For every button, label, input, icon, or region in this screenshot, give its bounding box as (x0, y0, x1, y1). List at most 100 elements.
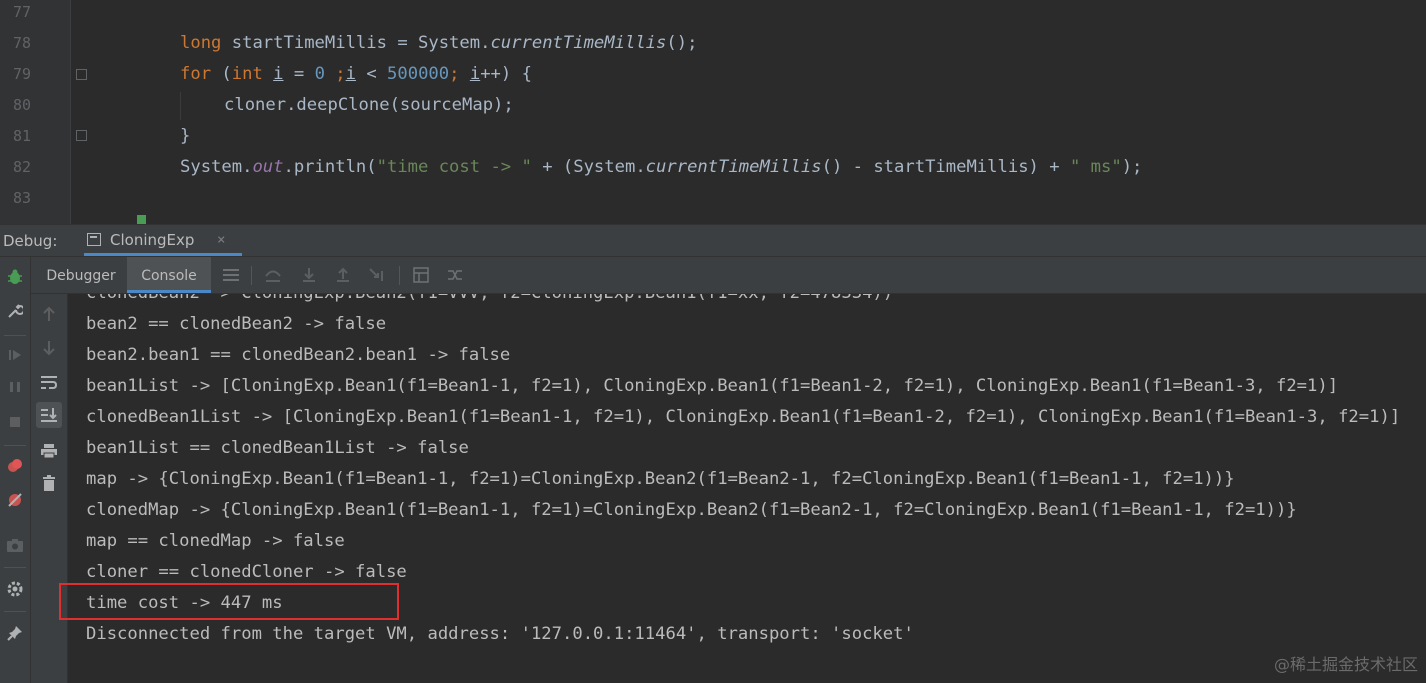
line-number-gutter: 77 78 79 80 81 82 83 (0, 0, 70, 224)
console-line: clonedBean1List -> [CloningExp.Bean1(f1=… (86, 407, 1401, 427)
highlight-annotation (59, 583, 399, 620)
code-token: < (355, 64, 388, 84)
keyword: int (231, 64, 263, 84)
loop-variable: i (345, 64, 356, 84)
hamburger-menu-icon[interactable] (221, 265, 241, 285)
code-line-81[interactable]: } (180, 121, 190, 152)
up-arrow-icon[interactable] (37, 302, 61, 326)
active-tab-indicator (127, 290, 211, 293)
code-token: ); (1121, 157, 1143, 177)
static-method: currentTimeMillis (645, 157, 822, 177)
toolbar-separator (4, 611, 26, 612)
active-tab-indicator (84, 253, 242, 256)
keyword: long (180, 33, 222, 53)
code-line-79[interactable]: for (int i = 0 ;i < 500000; i++) { (180, 59, 532, 90)
line-number: 78 (12, 34, 31, 52)
string-literal: " ms" (1069, 157, 1122, 177)
settings-icon[interactable] (3, 577, 27, 601)
mute-breakpoints-icon[interactable] (3, 488, 27, 512)
line-number: 80 (12, 96, 31, 114)
code-token: } (180, 126, 191, 146)
code-line-78[interactable]: long startTimeMillis = System.currentTim… (180, 28, 697, 59)
code-token: .println( (283, 157, 377, 177)
console-line: bean1List -> [CloningExp.Bean1(f1=Bean1-… (86, 376, 1339, 396)
evaluate-expression-icon[interactable] (411, 265, 431, 285)
console-actions (31, 294, 68, 683)
code-token: () - startTimeMillis) + (821, 157, 1070, 177)
step-out-icon[interactable] (333, 265, 353, 285)
code-token: ++) { (480, 64, 532, 84)
string-literal: "time cost -> " (376, 157, 532, 177)
view-breakpoints-icon[interactable] (3, 454, 27, 478)
line-number: 81 (12, 127, 31, 145)
tab-console[interactable]: Console (127, 257, 211, 293)
stop-icon[interactable] (3, 410, 27, 434)
console-line: clonedMap -> {CloningExp.Bean1(f1=Bean1-… (86, 500, 1297, 520)
debug-tool-window-header: Debug: CloningExp × (0, 224, 1426, 257)
code-token: = (283, 64, 315, 84)
camera-icon[interactable] (3, 533, 27, 557)
down-arrow-icon[interactable] (37, 336, 61, 360)
pin-icon[interactable] (3, 621, 27, 645)
code-token: startTimeMillis = System. (221, 33, 491, 53)
bug-icon[interactable] (3, 265, 27, 289)
code-line-82[interactable]: System.out.println("time cost -> " + (Sy… (180, 152, 1142, 183)
console-line: map -> {CloningExp.Bean1(f1=Bean1-1, f2=… (86, 469, 1235, 489)
debug-session-label: CloningExp (110, 231, 195, 249)
console-line-disconnected: Disconnected from the target VM, address… (86, 624, 914, 644)
tab-debugger[interactable]: Debugger (36, 257, 126, 293)
toolbar-separator (251, 266, 252, 285)
debug-sidebar (0, 257, 31, 683)
code-token: (); (666, 33, 698, 53)
step-over-icon[interactable] (263, 265, 283, 285)
toolbar-separator (4, 335, 26, 336)
indent-guide (180, 92, 181, 120)
application-icon (87, 233, 101, 246)
toolbar-separator (399, 266, 400, 285)
pause-icon[interactable] (3, 375, 27, 399)
console-line: clonedBean2 -> CloningExp.Bean2(f1=VVV, … (86, 294, 893, 309)
toolbar-separator (4, 567, 26, 568)
keyword: for (180, 64, 212, 84)
debug-toolbar: Debugger Console (31, 257, 1426, 294)
console-line: bean1List == clonedBean1List -> false (86, 438, 469, 458)
line-number: 82 (12, 158, 31, 176)
line-number: 77 (12, 3, 31, 21)
loop-variable: i (469, 64, 481, 84)
wrench-icon[interactable] (3, 299, 27, 323)
console-line: bean2 == clonedBean2 -> false (86, 314, 387, 334)
code-editor[interactable]: 77 78 79 80 81 82 83 long startTimeMilli… (0, 0, 1426, 224)
watermark: @稀土掘金技术社区 (1273, 655, 1418, 674)
step-into-icon[interactable] (299, 265, 319, 285)
soft-wrap-icon[interactable] (37, 370, 61, 394)
static-field: out (252, 157, 284, 177)
fold-marker-icon[interactable] (76, 69, 87, 80)
close-icon[interactable]: × (217, 225, 225, 256)
console-line: bean2.bean1 == clonedBean2.bean1 -> fals… (86, 345, 511, 365)
resume-icon[interactable] (3, 343, 27, 367)
code-token: + (System. (531, 157, 646, 177)
code-token: ( (211, 64, 232, 84)
trace-icon[interactable] (445, 265, 465, 285)
code-token: ; (449, 64, 470, 84)
loop-variable: i (273, 64, 284, 84)
code-token: System. (180, 157, 253, 177)
trash-icon[interactable] (37, 471, 61, 495)
static-method: currentTimeMillis (490, 33, 667, 53)
line-number: 83 (12, 189, 31, 207)
code-token: ; (324, 64, 346, 84)
console-line: map == clonedMap -> false (86, 531, 345, 551)
fold-marker-icon[interactable] (76, 130, 87, 141)
code-token: cloner.deepClone(sourceMap); (224, 95, 514, 115)
scroll-to-end-icon[interactable] (37, 403, 61, 427)
debug-title: Debug: (3, 232, 58, 250)
toolbar-separator (4, 445, 26, 446)
gutter-divider (70, 0, 71, 224)
print-icon[interactable] (37, 439, 61, 463)
number-literal: 500000 (387, 64, 450, 84)
console-output[interactable]: clonedBean2 -> CloningExp.Bean2(f1=VVV, … (68, 294, 1426, 683)
code-line-80[interactable]: cloner.deepClone(sourceMap); (224, 90, 514, 121)
run-to-cursor-icon[interactable] (367, 265, 387, 285)
line-number: 79 (12, 65, 31, 83)
number-literal: 0 (314, 64, 325, 84)
